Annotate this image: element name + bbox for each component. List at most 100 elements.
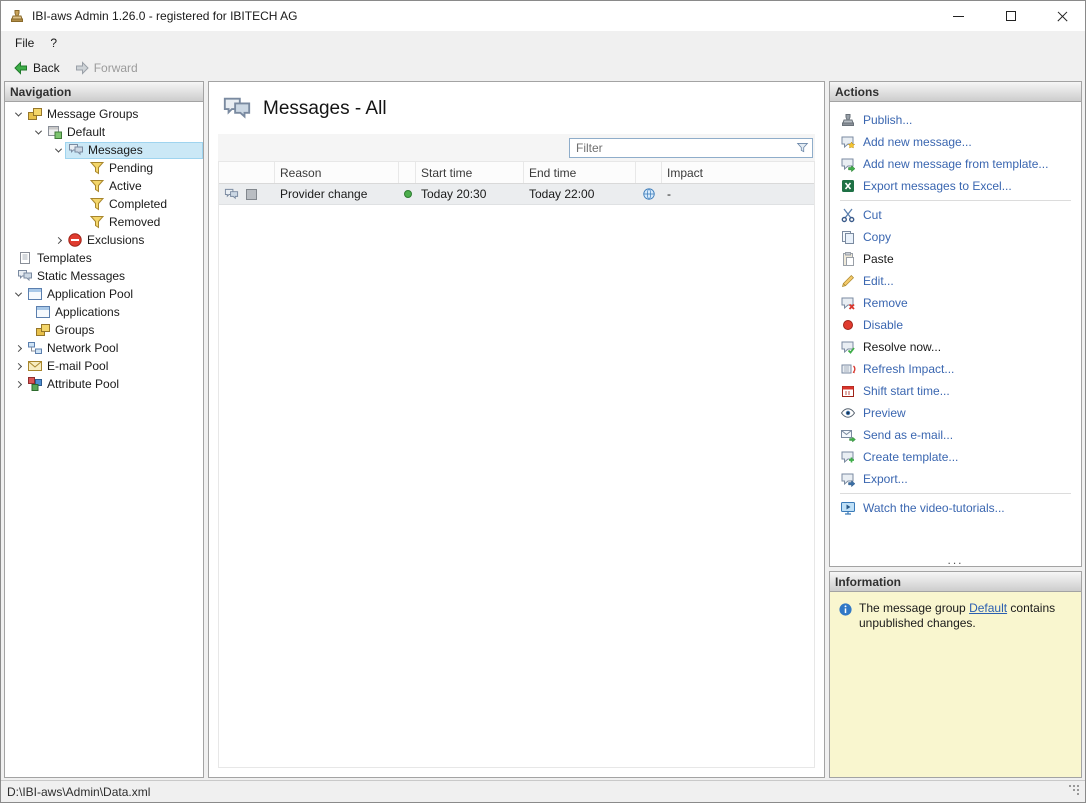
tree-item-applications[interactable]: Applications — [5, 303, 203, 321]
column-header-icons[interactable] — [219, 162, 275, 183]
close-button[interactable] — [1040, 1, 1085, 31]
action-paste[interactable]: Paste — [830, 248, 1081, 270]
tree-label: Application Pool — [47, 287, 133, 301]
action-label: Shift start time... — [863, 384, 950, 398]
tree-item-application-pool[interactable]: Application Pool — [5, 285, 203, 303]
chevron-down-icon[interactable] — [11, 107, 25, 121]
tree-item-exclusions[interactable]: Exclusions — [5, 231, 203, 249]
create-template-icon — [840, 449, 856, 465]
back-arrow-icon — [13, 60, 29, 76]
column-header-impact[interactable]: Impact — [662, 162, 814, 183]
action-create-template[interactable]: Create template... — [830, 446, 1081, 468]
tree-item-email-pool[interactable]: E-mail Pool — [5, 357, 203, 375]
action-shift-start-time[interactable]: Shift start time... — [830, 380, 1081, 402]
information-header: Information — [830, 572, 1081, 592]
action-edit[interactable]: Edit... — [830, 270, 1081, 292]
tree-item-removed[interactable]: Removed — [5, 213, 203, 231]
menu-file[interactable]: File — [9, 33, 44, 54]
action-remove[interactable]: Remove — [830, 292, 1081, 314]
action-label: Publish... — [863, 113, 912, 127]
menu-help[interactable]: ? — [44, 33, 67, 54]
filter-funnel-icon — [89, 178, 105, 194]
start-time-cell: Today 20:30 — [416, 184, 524, 204]
resize-grip[interactable] — [1069, 785, 1071, 787]
actions-list: Publish... Add new message... — [830, 102, 1081, 566]
application-window-icon — [27, 286, 43, 302]
chevron-down-icon[interactable] — [31, 125, 45, 139]
actions-header: Actions — [830, 82, 1081, 102]
application-window-icon — [35, 304, 51, 320]
maximize-button[interactable] — [988, 1, 1033, 31]
action-cut[interactable]: Cut — [830, 204, 1081, 226]
action-label: Cut — [863, 208, 882, 222]
tree-item-network-pool[interactable]: Network Pool — [5, 339, 203, 357]
tree-item-message-groups[interactable]: Message Groups — [5, 105, 203, 123]
chevron-down-icon[interactable] — [51, 143, 65, 157]
excel-icon — [840, 178, 856, 194]
action-send-as-email[interactable]: Send as e-mail... — [830, 424, 1081, 446]
tree-item-default[interactable]: Default — [5, 123, 203, 141]
action-refresh-impact[interactable]: Refresh Impact... — [830, 358, 1081, 380]
app-icon — [9, 8, 25, 24]
column-header-end-time[interactable]: End time — [524, 162, 636, 183]
filter-input[interactable] — [569, 138, 813, 158]
action-add-new-message-from-template[interactable]: Add new message from template... — [830, 153, 1081, 175]
preview-eye-icon — [840, 405, 856, 421]
tree-item-active[interactable]: Active — [5, 177, 203, 195]
chevron-right-icon[interactable] — [11, 341, 25, 355]
tree-item-pending[interactable]: Pending — [5, 159, 203, 177]
impact-cell: - — [662, 184, 814, 204]
action-label: Add new message from template... — [863, 157, 1048, 171]
action-disable[interactable]: Disable — [830, 314, 1081, 336]
back-button[interactable]: Back — [9, 59, 64, 77]
tree-item-attribute-pool[interactable]: Attribute Pool — [5, 375, 203, 393]
information-body: The message group Default contains unpub… — [830, 592, 1081, 777]
information-message: The message group Default contains unpub… — [859, 601, 1073, 631]
chevron-right-icon[interactable] — [11, 377, 25, 391]
action-resolve-now[interactable]: Resolve now... — [830, 336, 1081, 358]
resolve-icon — [840, 339, 856, 355]
tree-item-templates[interactable]: Templates — [5, 249, 203, 267]
no-entry-icon — [67, 232, 83, 248]
filter-funnel-icon[interactable] — [796, 141, 809, 154]
tree-item-messages[interactable]: Messages — [5, 141, 203, 159]
static-messages-icon — [17, 268, 33, 284]
tree-label: Completed — [109, 197, 167, 211]
action-copy[interactable]: Copy — [830, 226, 1081, 248]
action-add-new-message[interactable]: Add new message... — [830, 131, 1081, 153]
action-export-messages-to-excel[interactable]: Export messages to Excel... — [830, 175, 1081, 197]
action-label: Copy — [863, 230, 891, 244]
navigation-panel: Navigation Message Groups Default — [4, 81, 204, 778]
tree-label: Groups — [55, 323, 94, 337]
action-preview[interactable]: Preview — [830, 402, 1081, 424]
column-header-reason[interactable]: Reason — [275, 162, 399, 183]
minimize-button[interactable] — [936, 1, 981, 31]
reason-cell: Provider change — [275, 184, 399, 204]
chevron-right-icon[interactable] — [51, 233, 65, 247]
column-header-start-time[interactable]: Start time — [416, 162, 524, 183]
add-message-icon — [840, 134, 856, 150]
chevron-right-icon[interactable] — [11, 359, 25, 373]
action-watch-video-tutorials[interactable]: Watch the video-tutorials... — [830, 497, 1081, 519]
add-from-template-icon — [840, 156, 856, 172]
edit-icon — [840, 273, 856, 289]
cut-icon — [840, 207, 856, 223]
tree-item-groups[interactable]: Groups — [5, 321, 203, 339]
information-panel: Information The message group Default co… — [829, 571, 1082, 778]
table-row[interactable]: Provider change Today 20:30 Today 22:00 … — [219, 184, 814, 205]
action-publish[interactable]: Publish... — [830, 109, 1081, 131]
navigation-header: Navigation — [5, 82, 203, 102]
tree-item-static-messages[interactable]: Static Messages — [5, 267, 203, 285]
actions-overflow-indicator[interactable]: ... — [947, 556, 963, 566]
chevron-down-icon[interactable] — [11, 287, 25, 301]
column-header-impact-icon[interactable] — [636, 162, 662, 183]
action-label: Resolve now... — [863, 340, 941, 354]
column-header-status[interactable] — [399, 162, 416, 183]
forward-button[interactable]: Forward — [70, 59, 142, 77]
tree-item-completed[interactable]: Completed — [5, 195, 203, 213]
messages-icon — [222, 94, 252, 124]
action-export[interactable]: Export... — [830, 468, 1081, 490]
action-label: Send as e-mail... — [863, 428, 953, 442]
action-label: Edit... — [863, 274, 894, 288]
default-group-link[interactable]: Default — [969, 601, 1007, 615]
